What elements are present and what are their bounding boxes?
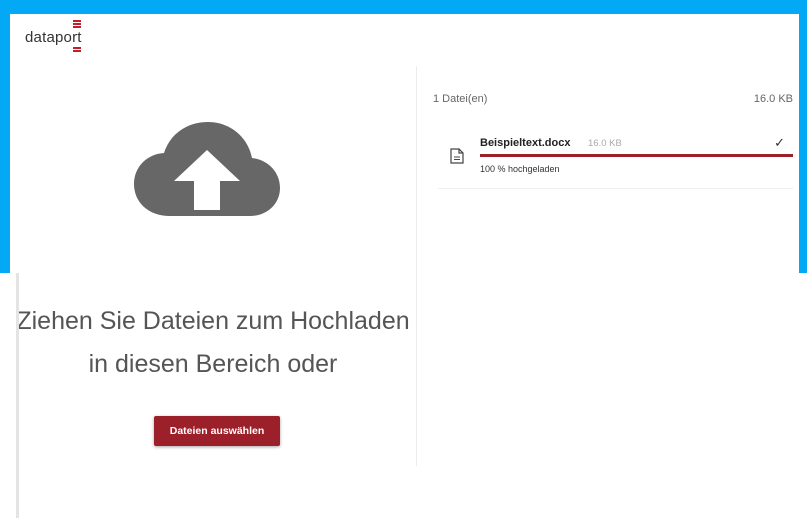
cloud-upload-icon (134, 122, 280, 216)
drop-zone[interactable]: Ziehen Sie Dateien zum Hochladen in dies… (10, 66, 416, 466)
panel-edge (16, 273, 19, 518)
list-item[interactable]: Beispieltext.docx 16.0 KB ✓ 100 % hochge… (438, 116, 793, 189)
document-icon (450, 148, 464, 164)
logo-mark-bottom (73, 47, 81, 53)
drop-text-line1: Ziehen Sie Dateien zum Hochladen (16, 307, 410, 335)
logo-text: dataport (25, 29, 82, 46)
file-size: 16.0 KB (588, 138, 622, 149)
drop-instructions: Ziehen Sie Dateien zum Hochladen in dies… (10, 300, 416, 386)
window-frame-top (0, 0, 807, 14)
file-list-header: 1 Datei(en) 16.0 KB (433, 93, 793, 105)
window-frame-left (0, 0, 10, 273)
upload-status: 100 % hochgeladen (480, 164, 560, 174)
select-files-button[interactable]: Dateien auswählen (154, 416, 280, 446)
total-size: 16.0 KB (753, 93, 793, 105)
file-count: 1 Datei(en) (433, 93, 488, 105)
checkmark-icon: ✓ (774, 135, 785, 150)
divider (416, 66, 417, 466)
window-frame-right (799, 0, 807, 273)
file-name: Beispieltext.docx (480, 137, 571, 149)
upload-progress-bar (480, 154, 793, 157)
header: dataport (10, 14, 799, 67)
logo: dataport (25, 20, 82, 52)
drop-text-line2: in diesen Bereich oder (88, 350, 338, 378)
logo-mark (73, 20, 81, 29)
upload-progress-fill (480, 154, 793, 157)
upload-panel: Ziehen Sie Dateien zum Hochladen in dies… (10, 66, 799, 518)
